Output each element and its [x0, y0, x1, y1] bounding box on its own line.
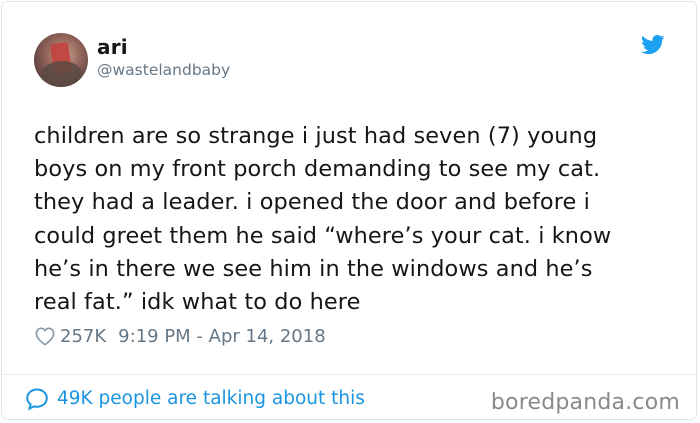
user-display-name[interactable]: ari: [97, 35, 128, 59]
avatar-detail: [42, 61, 82, 87]
user-handle[interactable]: @wastelandbaby: [97, 61, 230, 79]
heart-icon[interactable]: [34, 326, 56, 346]
divider: [2, 374, 696, 375]
speech-bubble-icon[interactable]: [25, 387, 49, 411]
tweet-card: ari @wastelandbaby children are so stran…: [1, 1, 697, 420]
tweet-meta: 257K 9:19 PM - Apr 14, 2018: [34, 322, 326, 350]
people-talking-link[interactable]: 49K people are talking about this: [57, 388, 365, 409]
tweet-timestamp[interactable]: 9:19 PM - Apr 14, 2018: [118, 326, 325, 347]
twitter-bird-icon[interactable]: [641, 35, 665, 55]
like-count[interactable]: 257K: [60, 326, 106, 347]
avatar[interactable]: [34, 33, 88, 87]
tweet-text: children are so strange i just had seven…: [34, 123, 612, 316]
watermark: boredpanda.com: [490, 390, 680, 415]
